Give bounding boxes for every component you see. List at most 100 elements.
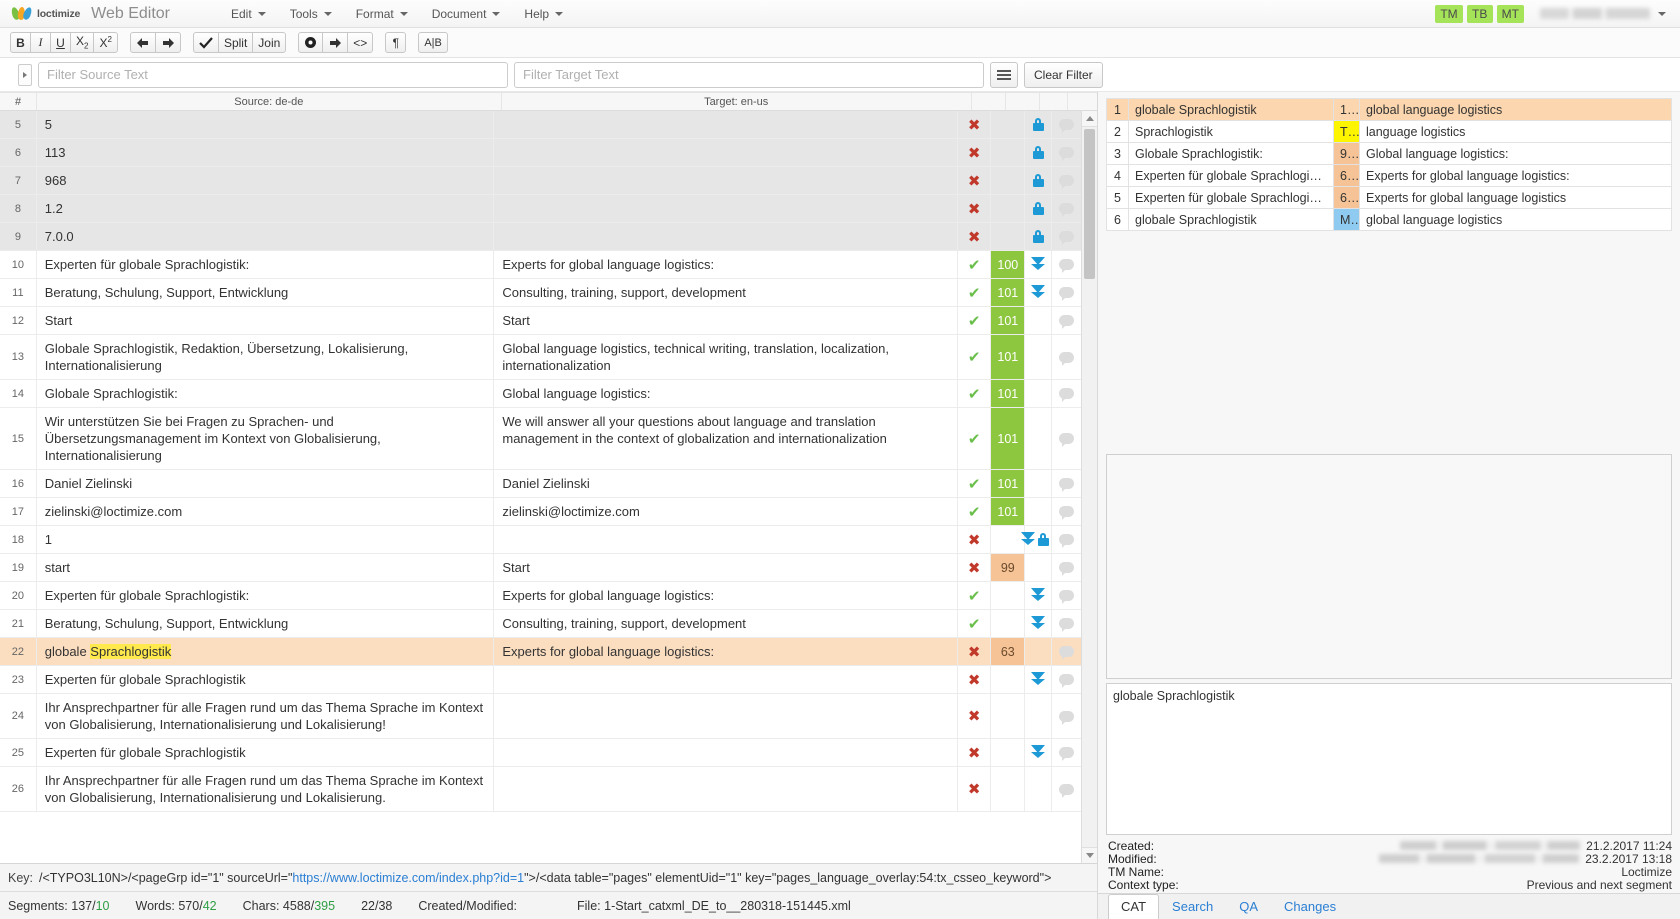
table-row[interactable]: 11 Beratung, Schulung, Support, Entwicklu…	[0, 279, 1081, 307]
subscript-button[interactable]: X2	[70, 32, 95, 53]
target-cell[interactable]: zielinski@loctimize.com	[494, 498, 958, 525]
source-cell[interactable]: Ihr Ansprechpartner für alle Fragen rund…	[37, 767, 495, 811]
clear-filter-button[interactable]: Clear Filter	[1024, 61, 1103, 88]
source-cell[interactable]: Daniel Zielinski	[37, 470, 495, 497]
scrollbar-thumb[interactable]	[1084, 129, 1095, 279]
tab-search[interactable]: Search	[1159, 894, 1226, 919]
join-segment-button[interactable]: Join	[252, 32, 287, 53]
comment-icon[interactable]	[1052, 111, 1081, 138]
source-cell[interactable]: Beratung, Schulung, Support, Entwicklung	[37, 610, 495, 637]
comment-icon[interactable]	[1052, 139, 1081, 166]
lock-cell[interactable]	[1025, 470, 1053, 497]
target-cell[interactable]: Global language logistics:	[494, 380, 958, 407]
table-row[interactable]: 12StartStart101	[0, 307, 1081, 335]
comment-icon[interactable]	[1052, 694, 1081, 738]
target-cell[interactable]	[494, 111, 958, 138]
status-confirmed-icon[interactable]	[958, 498, 992, 525]
lock-icon[interactable]	[1025, 223, 1053, 250]
tm-result-row[interactable]: 6 globale Sprachlogistik MT global language…	[1106, 208, 1672, 231]
comment-icon[interactable]	[1052, 307, 1081, 334]
tab-changes[interactable]: Changes	[1271, 894, 1349, 919]
lock-icon[interactable]	[1025, 111, 1053, 138]
superscript-button[interactable]: X2	[93, 32, 118, 53]
undo-button[interactable]	[129, 32, 156, 53]
lock-cell[interactable]	[1025, 498, 1053, 525]
compare-button[interactable]: A|B	[418, 32, 448, 53]
lock-cell[interactable]	[1025, 380, 1053, 407]
table-row[interactable]: 17 zielinski@loctimize.com zielinski@locti…	[0, 498, 1081, 526]
source-cell[interactable]: Wir unterstützen Sie bei Fragen zu Sprac…	[37, 408, 495, 469]
insert-tag-button[interactable]	[298, 32, 324, 53]
tm-result-row[interactable]: 3 Globale Sprachlogistik: 99 Global languag…	[1106, 142, 1672, 165]
filter-source-input[interactable]	[38, 61, 508, 88]
target-cell[interactable]: Experts for global language logistics:	[494, 638, 958, 665]
lock-cell[interactable]	[1025, 554, 1053, 581]
table-row[interactable]: 16Daniel ZielinskiDaniel Zielinski101	[0, 470, 1081, 498]
source-cell[interactable]: Experten für globale Sprachlogistik:	[37, 251, 495, 278]
target-cell[interactable]	[494, 223, 958, 250]
confirm-segment-button[interactable]	[192, 32, 219, 53]
propagate-down-arrow-icon[interactable]	[1025, 610, 1053, 637]
menu-format[interactable]: Format	[345, 3, 419, 25]
table-row[interactable]: 25 Experten für globale Sprachlogistik	[0, 739, 1081, 767]
tab-cat[interactable]: CAT	[1108, 894, 1160, 919]
status-confirmed-icon[interactable]	[958, 470, 992, 497]
source-cell[interactable]: Experten für globale Sprachlogistik	[37, 739, 495, 766]
status-confirmed-icon[interactable]	[958, 380, 992, 407]
target-cell[interactable]: Start	[494, 307, 958, 334]
source-cell[interactable]: Beratung, Schulung, Support, Entwicklung	[37, 279, 495, 306]
target-cell[interactable]	[494, 526, 958, 553]
bold-button[interactable]: B	[10, 32, 31, 53]
mt-status-badge[interactable]: MT	[1496, 4, 1524, 23]
status-confirmed-icon[interactable]	[958, 307, 992, 334]
source-cell[interactable]: start	[37, 554, 495, 581]
source-cell[interactable]: globale Sprachlogistik	[36, 638, 495, 665]
status-unconfirmed-icon[interactable]	[958, 139, 992, 166]
status-unconfirmed-icon[interactable]	[958, 666, 992, 693]
status-unconfirmed-icon[interactable]	[958, 638, 992, 665]
comment-icon[interactable]	[1052, 279, 1081, 306]
source-cell[interactable]: 968	[36, 167, 495, 194]
lock-cell[interactable]	[1025, 335, 1053, 379]
propagate-down-arrow-icon[interactable]	[1025, 666, 1053, 693]
table-row[interactable]: 7 968	[0, 167, 1081, 195]
tm-result-row[interactable]: 5 Experten für globale Sprachlogistik 63 Ex…	[1106, 186, 1672, 209]
comment-icon[interactable]	[1052, 223, 1081, 250]
status-unconfirmed-icon[interactable]	[958, 111, 992, 138]
comment-icon[interactable]	[1052, 251, 1081, 278]
target-cell[interactable]	[494, 767, 958, 811]
tm-status-badge[interactable]: TM	[1435, 4, 1463, 23]
menu-help[interactable]: Help	[513, 3, 574, 25]
menu-tools[interactable]: Tools	[279, 3, 343, 25]
target-cell[interactable]	[494, 139, 958, 166]
target-cell[interactable]: Global language logistics, technical wri…	[494, 335, 958, 379]
status-confirmed-icon[interactable]	[958, 251, 992, 278]
lock-icon[interactable]	[1025, 139, 1053, 166]
comment-icon[interactable]	[1052, 335, 1081, 379]
target-cell[interactable]: Daniel Zielinski	[494, 470, 958, 497]
table-row[interactable]: 8 1.2	[0, 195, 1081, 223]
filter-options-button[interactable]	[990, 61, 1018, 88]
tm-result-row[interactable]: 2 Sprachlogistik TB language logistics	[1106, 120, 1672, 143]
status-confirmed-icon[interactable]	[958, 582, 992, 609]
target-cell[interactable]	[494, 666, 958, 693]
key-source-url-link[interactable]: https://www.loctimize.com/index.php?id=1	[292, 871, 524, 885]
table-row[interactable]: 19startStart 99	[0, 554, 1081, 582]
status-unconfirmed-icon[interactable]	[958, 167, 992, 194]
comment-icon[interactable]	[1052, 380, 1081, 407]
table-row[interactable]: 22 globale Sprachlogistik Experts for glob…	[0, 638, 1081, 666]
table-row[interactable]: 24 Ihr Ansprechpartner für alle Fragen ru…	[0, 694, 1081, 739]
tm-result-row[interactable]: 1 globale Sprachlogistik 100 global languag…	[1106, 98, 1672, 121]
comment-icon[interactable]	[1052, 638, 1081, 665]
table-row[interactable]: 10 Experten für globale Sprachlogistik: Ex…	[0, 251, 1081, 279]
comment-icon[interactable]	[1052, 554, 1081, 581]
show-whitespace-button[interactable]: ¶	[385, 32, 407, 53]
propagate-down-arrow-icon[interactable]	[1025, 279, 1053, 306]
status-unconfirmed-icon[interactable]	[958, 223, 992, 250]
table-row[interactable]: 23 Experten für globale Sprachlogistik	[0, 666, 1081, 694]
source-cell[interactable]: Experten für globale Sprachlogistik	[37, 666, 495, 693]
status-unconfirmed-icon[interactable]	[958, 195, 992, 222]
table-row[interactable]: 6 113	[0, 139, 1081, 167]
scroll-down-button[interactable]	[1081, 847, 1097, 863]
source-segment-preview[interactable]: globale Sprachlogistik	[1106, 683, 1672, 835]
